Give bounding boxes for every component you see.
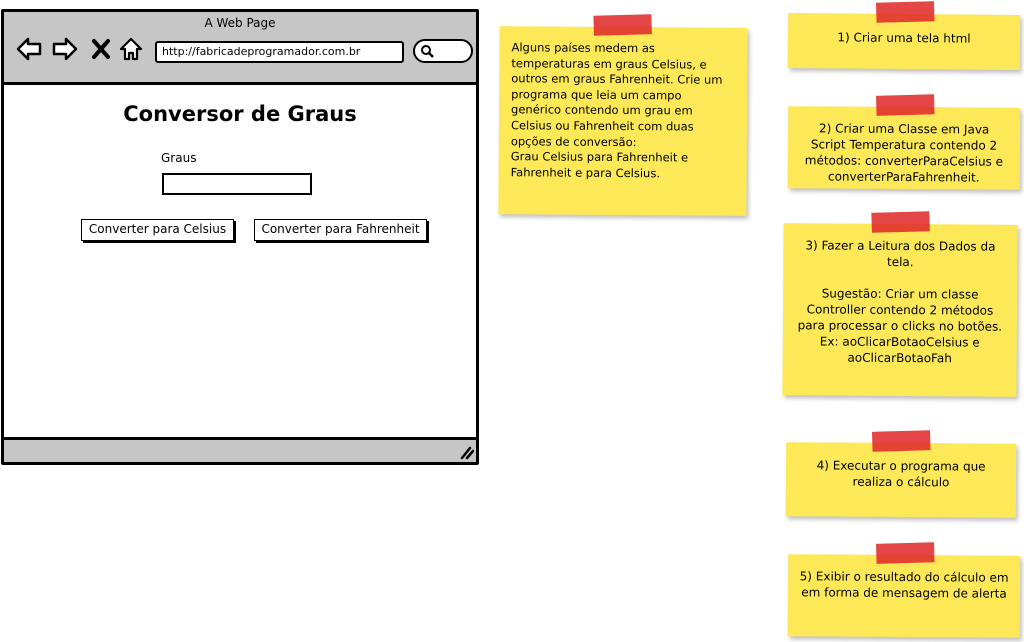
home-icon[interactable]: [118, 36, 144, 62]
tape: [876, 542, 935, 564]
resize-grip-icon[interactable]: [458, 444, 474, 460]
sticky-note-step-2: 2) Criar uma Classe em Java Script Tempe…: [787, 94, 1021, 190]
note-text: 5) Exibir o resultado do cálculo em em f…: [799, 569, 1009, 601]
graus-input[interactable]: [162, 173, 312, 195]
window-title: A Web Page: [204, 16, 276, 30]
note-text: 3) Fazer a Leitura dos Dados da tela. Su…: [797, 238, 1003, 366]
close-x-icon[interactable]: [91, 36, 111, 62]
browser-window-mockup: A Web Page http://fabricadeprogramador.c…: [1, 9, 479, 465]
tape: [876, 94, 935, 116]
note-text: 4) Executar o programa que realiza o cál…: [816, 458, 986, 490]
magnifier-icon: [421, 45, 434, 58]
note-text: 1) Criar uma tela html: [837, 30, 971, 46]
convert-celsius-button[interactable]: Converter para Celsius: [81, 219, 234, 241]
tape: [876, 1, 935, 23]
graus-label: Graus: [161, 151, 197, 165]
browser-toolbar: A Web Page http://fabricadeprogramador.c…: [4, 12, 476, 85]
sticky-note-step-1: 1) Criar uma tela html: [787, 1, 1021, 71]
address-bar[interactable]: http://fabricadeprogramador.com.br: [155, 41, 404, 63]
sticky-note-step-3: 3) Fazer a Leitura dos Dados da tela. Su…: [782, 211, 1018, 397]
browser-status-bar: [4, 437, 476, 462]
forward-arrow-icon[interactable]: [52, 36, 78, 62]
sticky-note-description: Alguns países medem as temperaturas em g…: [498, 14, 748, 216]
convert-fahrenheit-button[interactable]: Converter para Fahrenheit: [254, 219, 427, 241]
search-field[interactable]: [413, 39, 473, 63]
note-text: 2) Criar uma Classe em Java Script Tempe…: [804, 121, 1004, 185]
back-arrow-icon[interactable]: [16, 36, 42, 62]
tape: [871, 211, 930, 233]
sticky-note-step-4: 4) Executar o programa que realiza o cál…: [785, 430, 1017, 518]
tape: [593, 14, 652, 36]
note-text: Alguns países medem as temperaturas em g…: [510, 40, 723, 181]
tape: [872, 430, 931, 452]
sticky-note-step-5: 5) Exibir o resultado do cálculo em em f…: [787, 542, 1021, 638]
page-title: Conversor de Graus: [123, 102, 357, 126]
